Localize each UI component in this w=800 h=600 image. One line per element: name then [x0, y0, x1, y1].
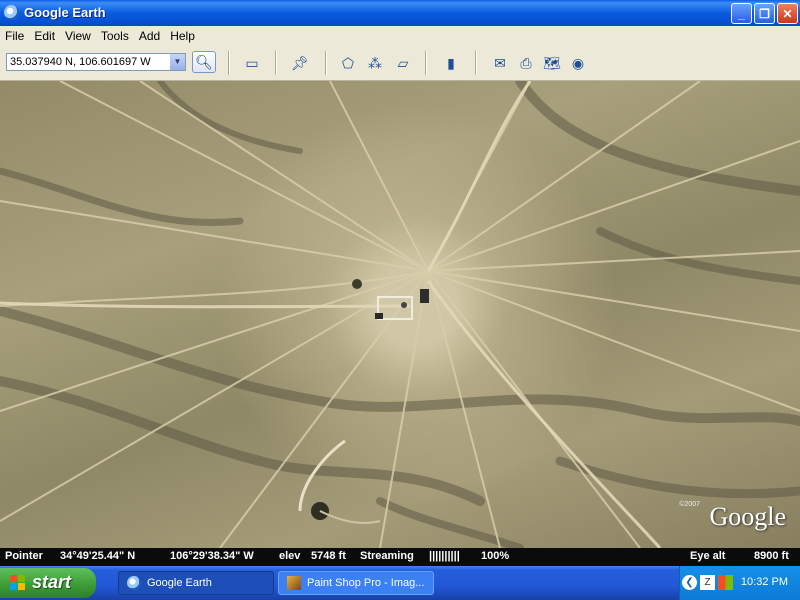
ruler-icon[interactable]: ▮ [441, 54, 461, 72]
add-polygon-icon[interactable]: ⬠ [338, 54, 358, 72]
google-logo: Google [709, 502, 786, 531]
eye-alt-label: Eye alt [690, 550, 726, 562]
chevron-left-icon[interactable]: ❮ [682, 575, 697, 590]
task-paint-shop-pro[interactable]: Paint Shop Pro - Imag... [278, 571, 434, 595]
menu-view[interactable]: View [60, 26, 96, 43]
menu-bar: File Edit View Tools Add Help [0, 26, 800, 46]
pointer-longitude: 106°29'38.34" W [170, 550, 254, 562]
paint-shop-pro-icon [287, 576, 301, 590]
toolbar: 35.037940 N, 106.601697 W ▼ 🔍︎ ▭ 📌︎ ⬠ ⁂ … [0, 46, 800, 81]
menu-help[interactable]: Help [165, 26, 200, 43]
menu-tools[interactable]: Tools [96, 26, 134, 43]
map-view[interactable]: ©2007 Google [0, 81, 800, 548]
task-label: Paint Shop Pro - Imag... [307, 577, 425, 589]
toolbar-separator [275, 51, 277, 75]
minimize-button[interactable]: _ [731, 3, 752, 24]
windows-flag-icon [10, 575, 26, 591]
elevation-value: 5748 ft [311, 550, 346, 562]
add-path-icon[interactable]: ⁂ [365, 54, 385, 72]
email-icon[interactable]: ✉ [490, 54, 510, 72]
window-title: Google Earth [24, 5, 106, 20]
google-maps-icon[interactable]: 🗺︎ [542, 54, 562, 72]
toolbar-separator [228, 51, 230, 75]
zonealarm-icon[interactable]: Z [700, 575, 715, 590]
add-placemark-icon[interactable]: 📌︎ [290, 54, 310, 72]
print-icon[interactable]: ⎙ [516, 54, 536, 72]
close-button[interactable]: ✕ [777, 3, 798, 24]
sidebar-toggle-icon[interactable]: ▭ [242, 54, 262, 72]
title-bar: Google Earth _ ❐ ✕ [0, 0, 800, 26]
maximize-button[interactable]: ❐ [754, 3, 775, 24]
imagery-copyright: ©2007 [679, 501, 700, 508]
menu-add[interactable]: Add [134, 26, 165, 43]
task-label: Google Earth [147, 577, 212, 589]
google-earth-icon [4, 5, 19, 20]
start-button[interactable]: start [0, 568, 96, 598]
search-input-value: 35.037940 N, 106.601697 W [10, 56, 151, 68]
satellite-imagery [0, 81, 800, 548]
network-icon[interactable] [718, 575, 733, 590]
toolbar-separator [425, 51, 427, 75]
eye-alt-value: 8900 ft [754, 550, 789, 562]
streaming-percent: 100% [481, 550, 510, 562]
elevation-label: elev [279, 550, 301, 562]
clock: 10:32 PM [740, 576, 788, 588]
search-button[interactable]: 🔍︎ [192, 51, 216, 73]
streaming-progress: |||||||||| [429, 550, 460, 562]
task-google-earth[interactable]: Google Earth [118, 571, 274, 595]
toolbar-separator [475, 51, 477, 75]
google-earth-icon [127, 576, 141, 590]
start-label: start [32, 572, 72, 592]
search-icon: 🔍︎ [195, 54, 213, 70]
pointer-label: Pointer [5, 550, 43, 562]
add-overlay-icon[interactable]: ▱ [393, 54, 413, 72]
sky-icon[interactable]: ◉ [568, 54, 588, 72]
menu-file[interactable]: File [0, 26, 29, 43]
search-input[interactable]: 35.037940 N, 106.601697 W ▼ [6, 53, 186, 71]
streaming-label: Streaming [360, 550, 414, 562]
chevron-down-icon[interactable]: ▼ [170, 54, 185, 70]
pointer-latitude: 34°49'25.44" N [60, 550, 136, 562]
status-bar: Pointer 34°49'25.44" N 106°29'38.34" W e… [0, 548, 800, 566]
taskbar: start Google Earth Paint Shop Pro - Imag… [0, 566, 800, 600]
toolbar-separator [325, 51, 327, 75]
system-tray: ❮ Z 10:32 PM [679, 566, 800, 600]
menu-edit[interactable]: Edit [29, 26, 60, 43]
